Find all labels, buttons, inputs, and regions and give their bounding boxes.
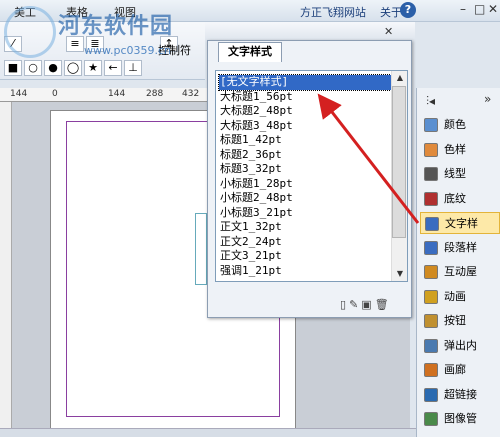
sidebar-item-label: 动画 (444, 289, 466, 303)
text-style-item[interactable]: 小标题3_21pt (219, 206, 391, 221)
line-style-icon (424, 167, 438, 181)
paragraph-style-icon (424, 240, 438, 255)
window-controls: – □ ✕ (430, 2, 500, 20)
animation-icon (424, 289, 438, 304)
copy-style-icon[interactable]: ▣ (361, 298, 374, 311)
sidebar-item[interactable]: 段落样 (420, 237, 500, 259)
sidebar-item-label: 底纹 (444, 191, 466, 205)
sidebar-expand-icon[interactable]: » (484, 92, 491, 106)
sidebar-item-label: 颜色 (444, 118, 466, 131)
pin-tool-icon[interactable]: ⊥ (124, 60, 142, 76)
text-style-list[interactable]: [无文字样式] 大标题1_56pt 大标题2_48pt 大标题3_48pt 标题1_42… (215, 70, 408, 282)
panel-close-icon[interactable]: ✕ (384, 25, 393, 38)
watermark-url: www.pc0359.cn (84, 44, 172, 57)
sidebar-item-label: 色样 (444, 142, 466, 156)
sidebar-item-label: 画廊 (444, 363, 466, 376)
palette-icon (424, 118, 438, 132)
text-style-item[interactable]: 大标题1_56pt (219, 90, 391, 105)
status-bar (0, 428, 416, 437)
watermark-text: 河东软件园 (58, 14, 174, 39)
pattern-icon (424, 191, 438, 206)
popup-icon (424, 338, 438, 353)
text-style-item[interactable]: 正文2_24pt (219, 235, 391, 250)
text-style-item[interactable]: [无文字样式] (218, 74, 392, 91)
arrow-left-tool-icon[interactable]: ← (104, 60, 122, 76)
sidebar-item-label: 按钮 (444, 314, 466, 327)
ruler-tick: 144 (108, 89, 126, 99)
new-style-icon[interactable]: ▯ (340, 298, 349, 311)
rectangle-tool-icon[interactable]: ■ (4, 60, 22, 76)
scroll-down-icon[interactable]: ▼ (392, 267, 408, 281)
sidebar-item[interactable]: 弹出内 (420, 335, 500, 357)
sidebar-item[interactable]: 文字样 (420, 212, 500, 234)
sidebar-item-label: 图像管 (444, 412, 477, 425)
text-style-item[interactable]: 强调1_21pt (219, 264, 391, 279)
filled-circle-tool-icon[interactable]: ● (44, 60, 62, 76)
gallery-icon (424, 363, 438, 377)
scroll-thumb[interactable] (392, 86, 406, 238)
text-style-item[interactable]: 小标题1_28pt (219, 177, 391, 192)
sidebar-collapse-icon[interactable]: ⫶◂ (426, 94, 435, 109)
sidebar-item[interactable]: 超链接 (420, 384, 500, 406)
sidebar-item-label: 段落样 (444, 240, 477, 254)
swatch-icon (424, 142, 438, 157)
text-frame[interactable] (195, 213, 207, 285)
edit-style-icon[interactable]: ✎ (349, 298, 361, 311)
text-style-item[interactable]: 标题3_32pt (219, 162, 391, 177)
text-style-icon (425, 217, 439, 231)
ruler-tick: 0 (52, 89, 58, 99)
sidebar-item[interactable]: 色样 (420, 139, 500, 161)
delete-style-icon[interactable]: 🗑 (375, 298, 392, 311)
tab-text-style[interactable]: 文字样式 (218, 42, 282, 62)
watermark-logo (4, 6, 56, 58)
sidebar-item[interactable]: 图像管 (420, 408, 500, 430)
image-manager-icon (424, 412, 438, 426)
star-tool-icon[interactable]: ★ (84, 60, 102, 76)
scroll-up-icon[interactable]: ▲ (392, 71, 408, 85)
sidebar-item-label: 弹出内 (444, 338, 477, 352)
minimize-button[interactable]: – (460, 2, 466, 16)
sidebar-item[interactable]: 线型 (420, 163, 500, 185)
text-style-item[interactable]: 标题2_36pt (219, 148, 391, 163)
vertical-ruler (0, 102, 12, 437)
sidebar-item[interactable]: 颜色 (420, 114, 500, 136)
sidebar-item[interactable]: 按钮 (420, 310, 500, 332)
button-icon (424, 314, 438, 328)
close-button[interactable]: ✕ (488, 2, 498, 16)
text-style-item[interactable]: 正文1_32pt (219, 220, 391, 235)
restore-button[interactable]: □ (474, 2, 485, 16)
text-style-item[interactable]: 大标题2_48pt (219, 104, 391, 119)
sidebar-item-label: 线型 (444, 167, 466, 180)
sidebar-item[interactable]: 画廊 (420, 359, 500, 381)
ellipse-tool-icon[interactable]: ◯ (64, 60, 82, 76)
ruler-tick: 288 (146, 89, 164, 99)
sidebar-header: ⫶◂ » (416, 92, 500, 110)
sidebar-item-label: 互动屋 (444, 265, 477, 278)
help-icon[interactable]: ? (400, 2, 416, 18)
text-style-item[interactable]: 标题1_42pt (219, 133, 391, 148)
text-style-item[interactable]: 大标题3_48pt (219, 119, 391, 134)
text-style-item[interactable]: 正文3_21pt (219, 249, 391, 264)
sidebar-item[interactable]: 动画 (420, 286, 500, 308)
sidebar-item-label: 超链接 (444, 387, 477, 401)
about-link[interactable]: 关于 (380, 6, 402, 19)
ruler-tick: 144 (10, 89, 28, 99)
hyperlink-icon (424, 387, 438, 402)
text-style-item[interactable]: 小标题2_48pt (219, 191, 391, 206)
ruler-tick: 432 (182, 89, 200, 99)
top-links: 方正飞翔网站 关于 (300, 4, 402, 20)
panel-footer: ▯✎▣🗑 (340, 298, 392, 311)
interactive-icon (424, 265, 438, 279)
website-link[interactable]: 方正飞翔网站 (300, 6, 366, 19)
circle-tool-icon[interactable]: ○ (24, 60, 42, 76)
sidebar-item[interactable]: 底纹 (420, 188, 500, 210)
sidebar-item-label: 文字样 (445, 217, 478, 230)
sidebar-item[interactable]: 互动屋 (420, 261, 500, 283)
